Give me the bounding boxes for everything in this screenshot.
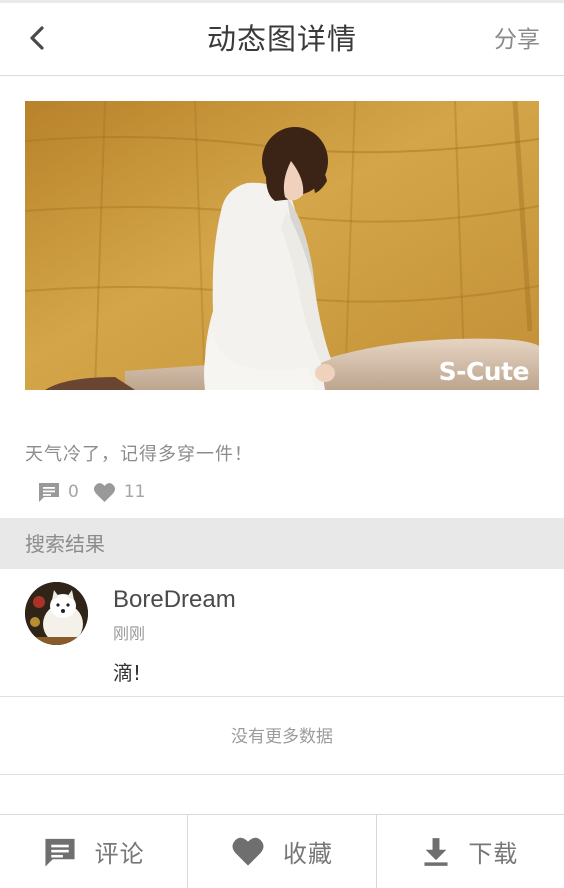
timestamp: 刚刚 <box>113 624 146 643</box>
comment-icon <box>45 838 75 867</box>
bottom-action-bar: 评论 收藏 下载 <box>0 814 564 888</box>
comment-count[interactable]: 0 <box>38 481 79 503</box>
heart-icon <box>232 837 264 866</box>
back-button[interactable] <box>18 18 58 58</box>
heart-icon <box>93 482 115 502</box>
download-button[interactable]: 下载 <box>377 815 564 888</box>
favorite-button[interactable]: 收藏 <box>188 815 377 888</box>
chevron-left-icon <box>30 26 44 50</box>
section-title: 搜索结果 <box>25 532 105 556</box>
dog-avatar-picture <box>25 582 88 645</box>
favorite-button-label: 收藏 <box>282 840 333 868</box>
gif-picture <box>25 101 539 390</box>
no-more-data-label: 没有更多数据 <box>0 697 564 775</box>
section-header: 搜索结果 <box>0 518 564 569</box>
gif-image[interactable]: S-Cute <box>25 101 539 390</box>
comment-button-label: 评论 <box>94 840 145 868</box>
share-button[interactable]: 分享 <box>494 20 540 60</box>
comment-icon <box>39 483 59 502</box>
download-button-label: 下载 <box>468 840 519 868</box>
list-item[interactable]: BoreDream 刚刚 滴! <box>0 569 564 697</box>
comment-count-value: 0 <box>68 482 79 502</box>
post-stats: 0 11 <box>38 480 159 504</box>
watermark-logo: S-Cute <box>438 357 530 386</box>
result-text: 滴! <box>113 661 142 685</box>
username[interactable]: BoreDream <box>113 586 236 614</box>
avatar[interactable] <box>25 582 88 645</box>
like-count-value: 11 <box>123 482 146 502</box>
page-title: 动态图详情 <box>206 22 357 56</box>
comment-button[interactable]: 评论 <box>0 815 189 888</box>
top-bar: 动态图详情 分享 <box>0 0 564 76</box>
post-caption: 天气冷了，记得多穿一件！ <box>25 444 253 465</box>
download-icon <box>424 837 448 866</box>
status-strip <box>0 0 564 3</box>
like-count[interactable]: 11 <box>93 482 146 503</box>
